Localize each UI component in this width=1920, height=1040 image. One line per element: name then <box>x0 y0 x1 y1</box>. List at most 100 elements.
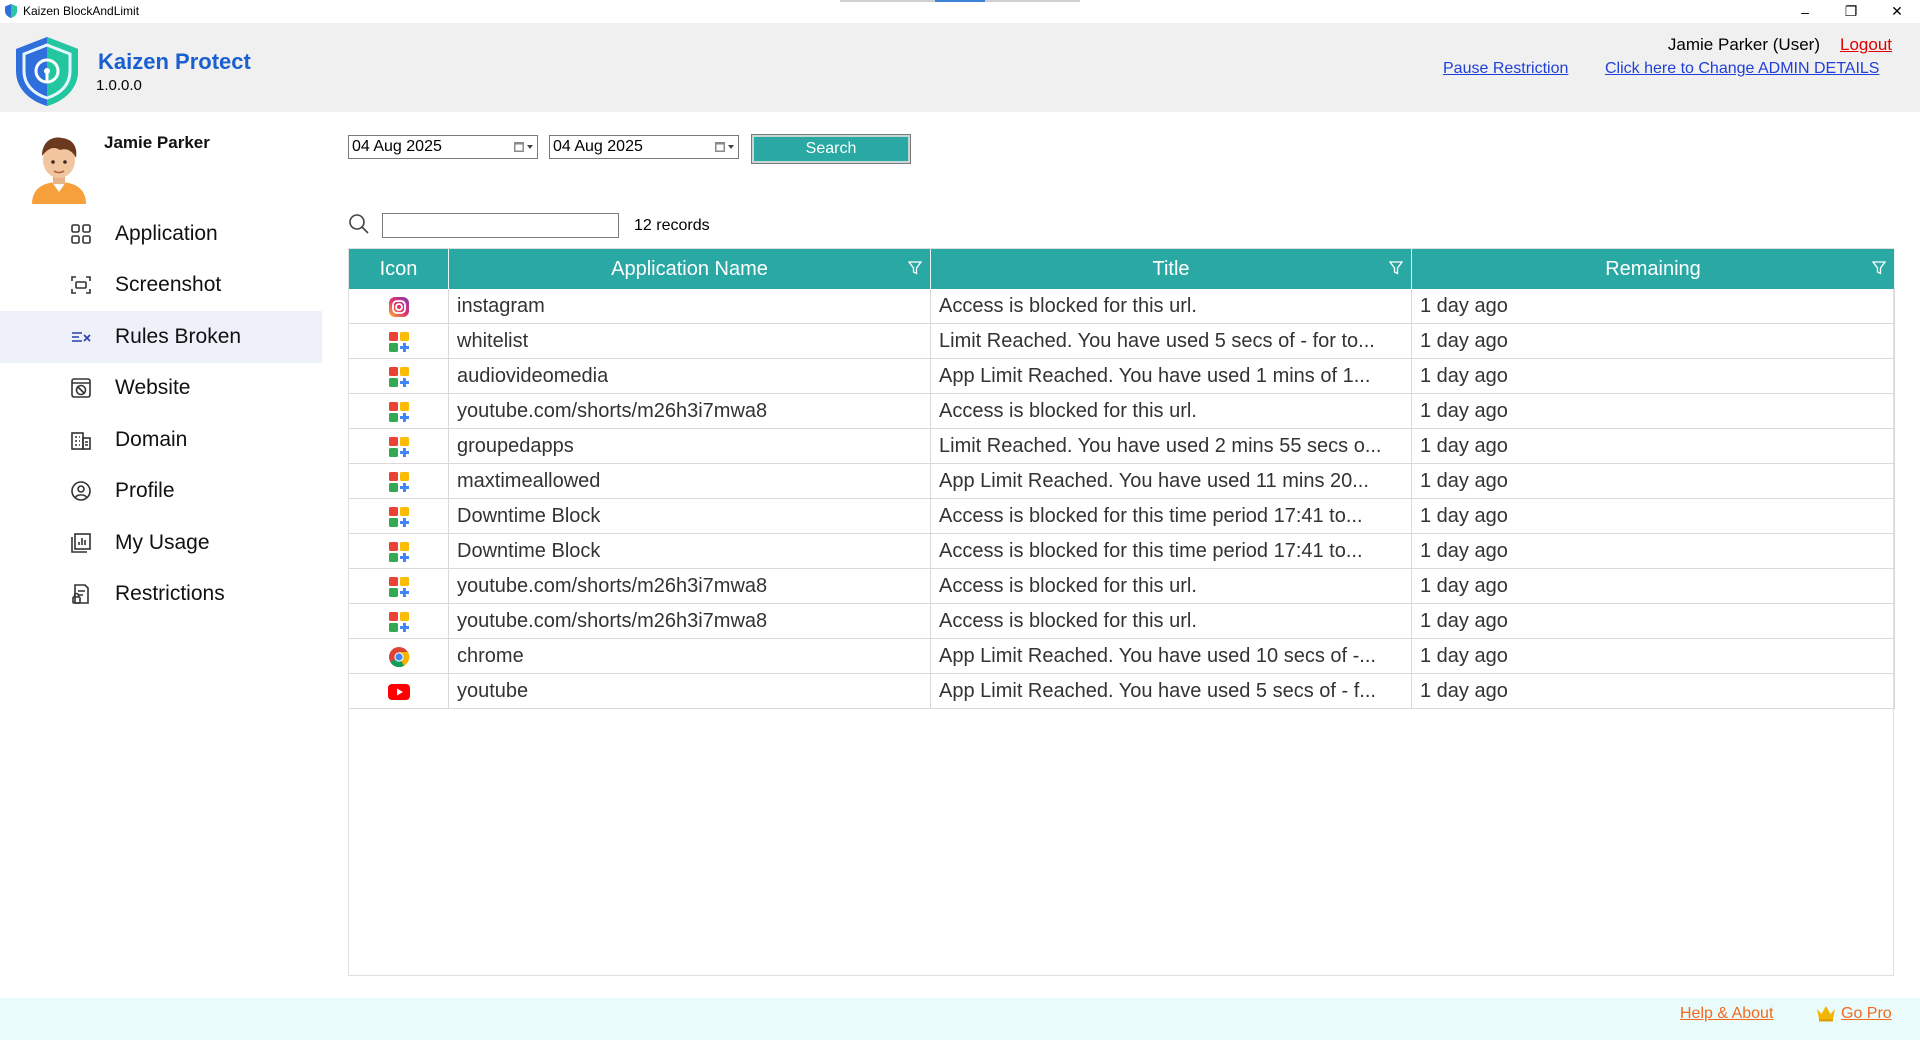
app-icon-cell <box>349 394 449 429</box>
application-name: instagram <box>457 295 545 317</box>
column-header-label: Title <box>1152 257 1190 280</box>
calendar-dropdown-icon[interactable] <box>511 139 535 155</box>
column-header-application-name[interactable]: Application Name <box>449 249 931 289</box>
column-header-icon[interactable]: Icon <box>349 249 449 289</box>
application-name-cell: Downtime Block <box>449 499 931 534</box>
title-cell: Access is blocked for this time period 1… <box>931 499 1412 534</box>
search-icon <box>349 214 369 234</box>
window-titlebar: Kaizen BlockAndLimit – ❐ ✕ <box>0 0 1920 23</box>
rule-title: Access is blocked for this url. <box>939 610 1197 632</box>
app-icon-cell <box>349 499 449 534</box>
sidebar-item-my-usage[interactable]: My Usage <box>0 517 322 569</box>
close-button[interactable]: ✕ <box>1874 0 1920 23</box>
generic-app-icon <box>388 576 410 598</box>
title-cell: Limit Reached. You have used 2 mins 55 s… <box>931 429 1412 464</box>
table-row[interactable]: chrome App Limit Reached. You have used 1… <box>349 639 1895 674</box>
table-body: instagram Access is blocked for this url.… <box>349 289 1895 709</box>
column-header-remaining[interactable]: Remaining <box>1412 249 1895 289</box>
remaining-value: 1 day ago <box>1420 435 1508 457</box>
table-row[interactable]: groupedapps Limit Reached. You have used … <box>349 429 1895 464</box>
logout-link[interactable]: Logout <box>1840 35 1892 55</box>
app-icon-cell <box>349 639 449 674</box>
date-from-picker[interactable]: 04 Aug 2025 <box>348 135 538 159</box>
application-name: youtube <box>457 680 529 702</box>
filter-icon[interactable] <box>908 261 922 275</box>
sidebar-item-label: Website <box>115 376 191 400</box>
table-header: Icon Application Name Title Remaining <box>349 249 1895 289</box>
title-cell: Access is blocked for this url. <box>931 394 1412 429</box>
brand-name: Kaizen Protect <box>98 49 251 74</box>
usage-icon <box>69 531 93 555</box>
table-row[interactable]: Downtime Block Access is blocked for this… <box>349 534 1895 569</box>
application-name-cell: youtube.com/shorts/m26h3i7mwa8 <box>449 394 931 429</box>
table-row[interactable]: instagram Access is blocked for this url.… <box>349 289 1895 324</box>
go-pro-link[interactable]: Go Pro <box>1841 1005 1892 1023</box>
rule-title: Access is blocked for this url. <box>939 295 1197 317</box>
remaining-cell: 1 day ago <box>1412 464 1895 499</box>
remaining-value: 1 day ago <box>1420 470 1508 492</box>
column-header-title[interactable]: Title <box>931 249 1412 289</box>
records-filter-input[interactable] <box>382 213 619 238</box>
help-about-link[interactable]: Help & About <box>1680 1005 1773 1023</box>
remaining-value: 1 day ago <box>1420 365 1508 387</box>
app-icon-cell <box>349 324 449 359</box>
application-name-cell: youtube.com/shorts/m26h3i7mwa8 <box>449 604 931 639</box>
brand-logo-icon <box>16 37 78 106</box>
sidebar-item-profile[interactable]: Profile <box>0 466 322 518</box>
sidebar-item-rules-broken[interactable]: Rules Broken <box>0 311 322 363</box>
title-cell: App Limit Reached. You have used 10 secs… <box>931 639 1412 674</box>
title-cell: Limit Reached. You have used 5 secs of -… <box>931 324 1412 359</box>
instagram-icon <box>388 296 410 318</box>
title-cell: App Limit Reached. You have used 11 mins… <box>931 464 1412 499</box>
filter-icon[interactable] <box>1389 261 1403 275</box>
change-admin-details-link[interactable]: Click here to Change ADMIN DETAILS <box>1605 60 1879 78</box>
maximize-button[interactable]: ❐ <box>1828 0 1874 23</box>
application-name: audiovideomedia <box>457 365 609 387</box>
table-row[interactable]: maxtimeallowed App Limit Reached. You hav… <box>349 464 1895 499</box>
sidebar-item-restrictions[interactable]: Restrictions <box>0 569 322 621</box>
title-cell: Access is blocked for this time period 1… <box>931 534 1412 569</box>
app-icon-cell <box>349 534 449 569</box>
table-row[interactable]: youtube.com/shorts/m26h3i7mwa8 Access is … <box>349 604 1895 639</box>
app-footer <box>0 998 1920 1040</box>
app-icon-cell <box>349 674 449 709</box>
title-cell: Access is blocked for this url. <box>931 569 1412 604</box>
remaining-cell: 1 day ago <box>1412 674 1895 709</box>
application-name: youtube.com/shorts/m26h3i7mwa8 <box>457 610 768 632</box>
remaining-cell: 1 day ago <box>1412 289 1895 324</box>
filter-icon[interactable] <box>1872 261 1886 275</box>
table-row[interactable]: youtube App Limit Reached. You have used … <box>349 674 1895 709</box>
app-icon-cell <box>349 604 449 639</box>
sidebar-item-application[interactable]: Application <box>0 208 322 260</box>
table-row[interactable]: whitelist Limit Reached. You have used 5 … <box>349 324 1895 359</box>
table-row[interactable]: Downtime Block Access is blocked for this… <box>349 499 1895 534</box>
app-icon-cell <box>349 359 449 394</box>
rule-title: App Limit Reached. You have used 5 secs … <box>939 680 1376 702</box>
table-row[interactable]: audiovideomedia App Limit Reached. You ha… <box>349 359 1895 394</box>
date-to-picker[interactable]: 04 Aug 2025 <box>549 135 739 159</box>
remaining-value: 1 day ago <box>1420 540 1508 562</box>
application-name-cell: instagram <box>449 289 931 324</box>
remaining-cell: 1 day ago <box>1412 639 1895 674</box>
grid-icon <box>69 222 93 246</box>
sidebar-item-label: Rules Broken <box>115 324 242 348</box>
application-name: whitelist <box>457 330 529 352</box>
sidebar-item-label: Screenshot <box>115 273 222 297</box>
calendar-dropdown-icon[interactable] <box>712 139 736 155</box>
column-header-label: Icon <box>379 257 418 280</box>
sidebar-item-domain[interactable]: Domain <box>0 414 322 466</box>
sidebar-item-label: Profile <box>115 479 175 503</box>
remaining-value: 1 day ago <box>1420 575 1508 597</box>
rule-title: Limit Reached. You have used 2 mins 55 s… <box>939 435 1382 457</box>
screenshot-icon <box>69 273 93 297</box>
sidebar-item-screenshot[interactable]: Screenshot <box>0 260 322 312</box>
search-button[interactable]: Search <box>751 134 911 164</box>
table-row[interactable]: youtube.com/shorts/m26h3i7mwa8 Access is … <box>349 569 1895 604</box>
current-user-label: Jamie Parker (User) <box>1667 35 1820 54</box>
table-row[interactable]: youtube.com/shorts/m26h3i7mwa8 Access is … <box>349 394 1895 429</box>
pause-restriction-link[interactable]: Pause Restriction <box>1443 60 1568 78</box>
minimize-button[interactable]: – <box>1782 0 1828 23</box>
rule-title: Limit Reached. You have used 5 secs of -… <box>939 330 1375 352</box>
sidebar-item-website[interactable]: Website <box>0 363 322 415</box>
app-shield-icon <box>5 4 17 18</box>
